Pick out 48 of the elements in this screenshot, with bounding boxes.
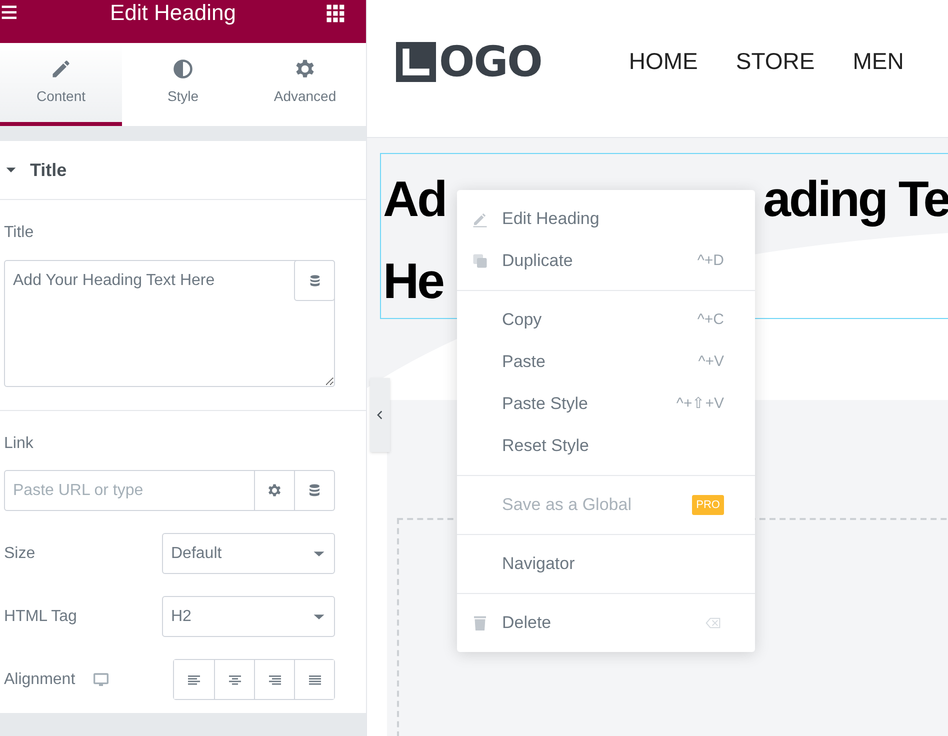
- menu-item[interactable]: Paste Style ^+⇧+V: [457, 383, 755, 425]
- pencil-icon: [50, 58, 72, 80]
- chevron-left-icon: [375, 410, 385, 420]
- settings-icon: [267, 483, 282, 498]
- align-button[interactable]: [294, 660, 334, 699]
- shortcut-text: ^+V: [698, 352, 724, 372]
- duplicate-icon: [471, 252, 489, 270]
- shortcut-text: ^+D: [697, 250, 724, 271]
- heading-text: Ad: [383, 174, 446, 224]
- heading-text: He: [383, 256, 443, 306]
- url-field[interactable]: Paste URL or type: [4, 470, 255, 511]
- database-icon: [308, 274, 322, 288]
- menu-item[interactable]: Navigator: [457, 543, 755, 585]
- nav-link[interactable]: HOME: [628, 44, 698, 79]
- pro-badge: PRO: [692, 494, 724, 516]
- nav-link[interactable]: STORE: [736, 44, 815, 79]
- dynamic-tags-button[interactable]: [294, 260, 335, 301]
- delete-icon: [471, 614, 489, 632]
- contrast-icon: [172, 58, 194, 80]
- select-field[interactable]: Default: [162, 533, 335, 574]
- menu-item[interactable]: Delete: [457, 602, 755, 644]
- section-header[interactable]: Title: [0, 141, 366, 200]
- section-title: Title: [30, 158, 67, 182]
- shortcut-text: ^+⇧+V: [676, 394, 724, 414]
- panel-tab[interactable]: Style: [122, 43, 244, 126]
- menu-item: Save as a Global PRO: [457, 484, 755, 526]
- menu-item[interactable]: Paste ^+V: [457, 341, 755, 383]
- desktop-icon: [93, 672, 110, 688]
- settings-button[interactable]: [255, 470, 295, 511]
- logo-icon: [396, 42, 436, 82]
- field-label: Size: [4, 544, 36, 564]
- dynamic-tags-button[interactable]: [295, 470, 335, 511]
- select-field[interactable]: H2: [162, 596, 335, 637]
- menu-item[interactable]: Reset Style: [457, 425, 755, 467]
- field-label: HTML Tag: [4, 606, 77, 626]
- database-icon: [307, 483, 322, 498]
- field-label: Alignment: [4, 670, 76, 690]
- logo-text: OGO: [439, 40, 542, 82]
- menu-item[interactable]: Duplicate ^+D: [457, 240, 755, 282]
- field-label: Title: [4, 223, 35, 243]
- settings-icon: [294, 58, 316, 80]
- panel-tab[interactable]: Advanced: [244, 43, 366, 126]
- menu-item[interactable]: Edit Heading: [457, 198, 755, 240]
- nav-link[interactable]: MEN: [852, 44, 904, 79]
- field-label: Link: [4, 434, 34, 454]
- menu-item[interactable]: Copy ^+C: [457, 299, 755, 341]
- panel-title: Edit Heading: [110, 0, 236, 27]
- shortcut-text: ^+C: [697, 310, 724, 330]
